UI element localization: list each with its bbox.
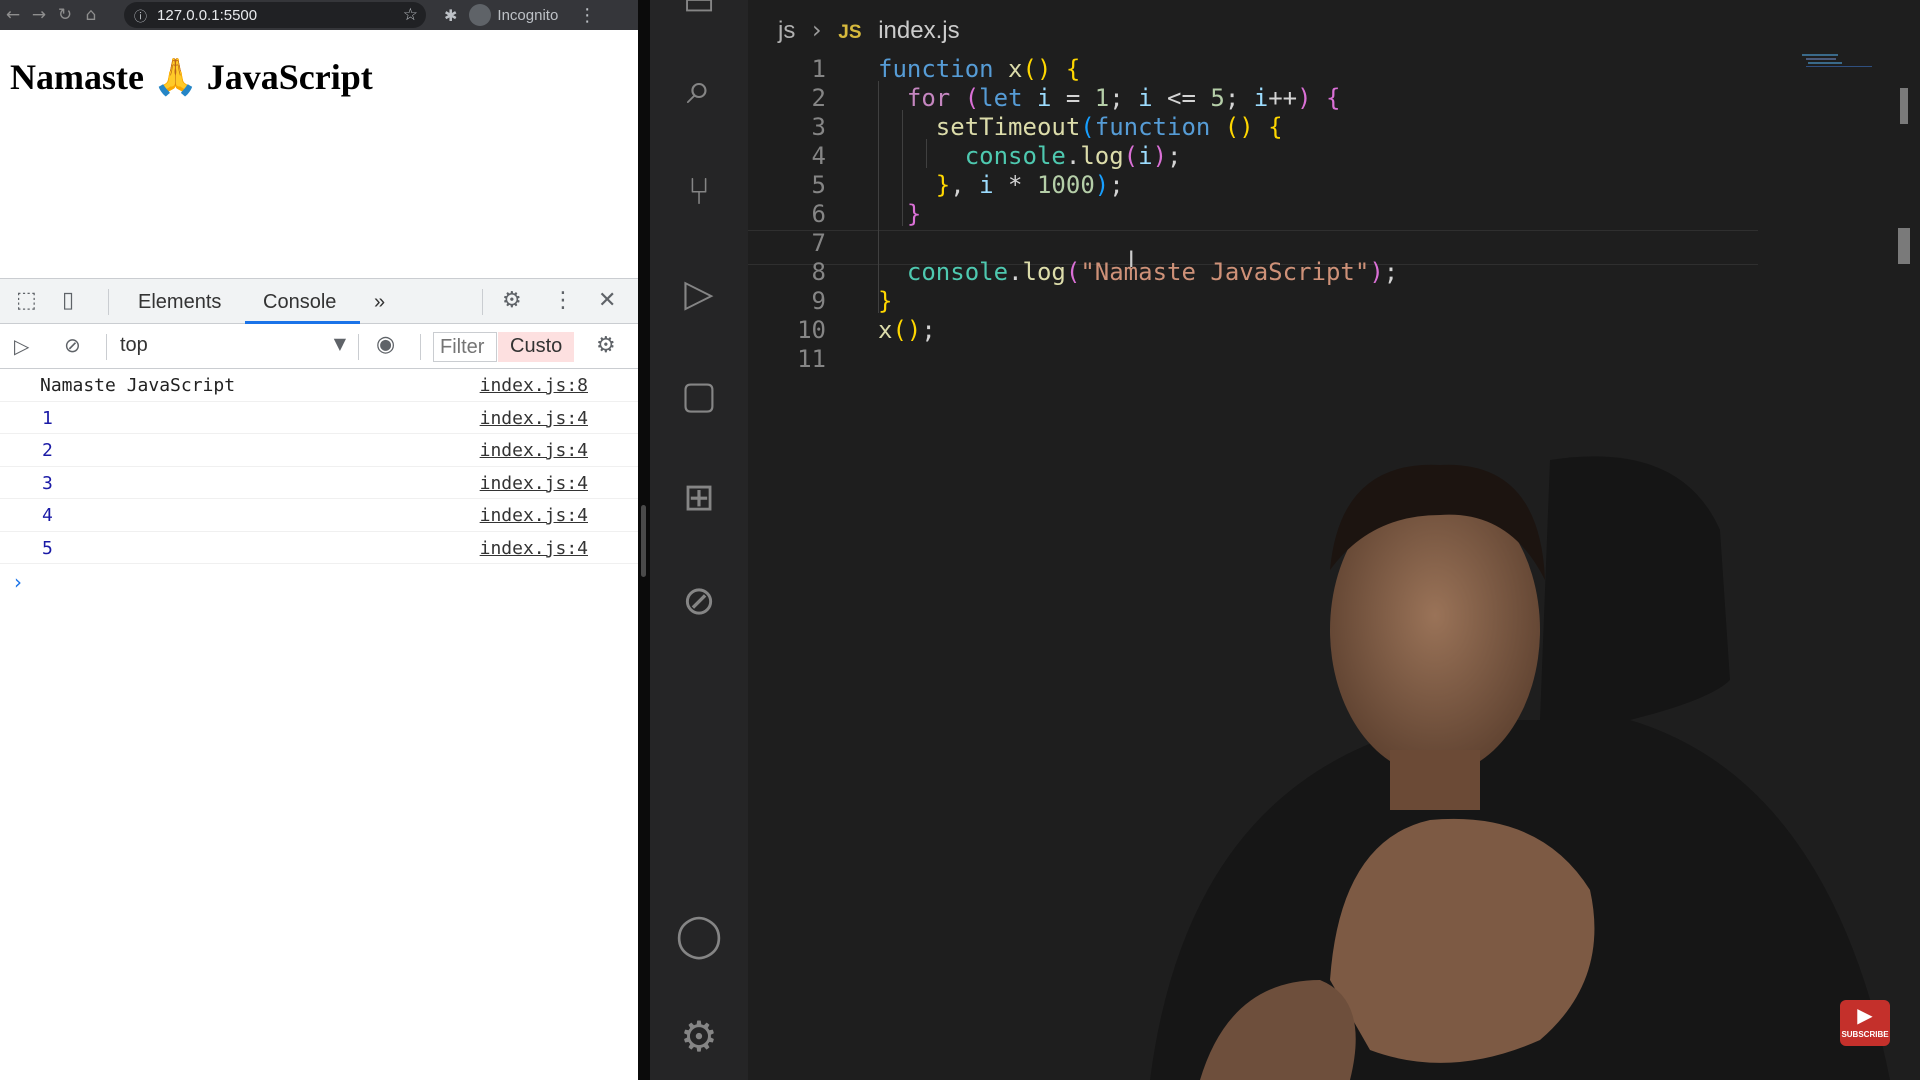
indent-guide <box>902 110 903 226</box>
toolbar-divider <box>358 334 359 360</box>
console-message: 2 <box>42 440 53 461</box>
console-source-link[interactable]: index.js:8 <box>480 375 588 396</box>
log-levels-dropdown[interactable]: Custo <box>498 332 574 362</box>
line-number: 11 <box>797 345 826 373</box>
tab-console[interactable]: Console <box>263 291 336 314</box>
sidebar-toggle-icon[interactable]: ▷ <box>14 334 29 358</box>
console-message-row: 3 index.js:4 <box>0 467 638 499</box>
extensions-icon[interactable]: ⊞ <box>674 472 724 522</box>
inspect-element-icon[interactable]: ⬚ <box>16 288 37 313</box>
console-message: Namaste JavaScript <box>40 375 236 396</box>
breadcrumb-file[interactable]: index.js <box>878 17 959 44</box>
incognito-profile[interactable]: Incognito <box>469 4 558 26</box>
clear-console-icon[interactable]: ⊘ <box>64 333 81 357</box>
javascript-file-icon: JS <box>838 22 862 43</box>
presenter-video-overlay <box>1150 456 1890 1080</box>
console-message-row: 4 index.js:4 <box>0 499 638 532</box>
console-source-link[interactable]: index.js:4 <box>480 473 588 494</box>
bookmark-star-icon[interactable]: ☆ <box>403 5 418 25</box>
toolbar-divider <box>482 289 483 315</box>
browser-toolbar: ← → ↻ ⌂ ⓘ 127.0.0.1:5500 ☆ ✱ Incognito ⋮ <box>0 0 638 30</box>
context-selector[interactable]: top ▼ <box>120 334 346 360</box>
toolbar-divider <box>420 334 421 360</box>
console-message-row: 2 index.js:4 <box>0 434 638 467</box>
manage-gear-icon[interactable]: ⚙ <box>674 1012 724 1062</box>
extensions-puzzle-icon[interactable]: ✱ <box>444 6 457 25</box>
mouse-ibeam-cursor-icon: I <box>1128 248 1135 273</box>
console-filter-input[interactable]: Filter <box>433 332 497 362</box>
toolbar-divider <box>106 334 107 360</box>
explorer-icon[interactable]: ▭ <box>674 0 724 28</box>
search-icon[interactable]: ⌕ <box>674 64 724 114</box>
address-bar[interactable]: ⓘ 127.0.0.1:5500 ☆ <box>124 2 426 28</box>
youtube-play-icon: ▶ <box>1857 1003 1873 1027</box>
remote-explorer-icon[interactable]: ▢ <box>674 370 724 420</box>
console-input-row[interactable]: › <box>0 564 638 597</box>
overview-ruler-marker <box>1898 228 1910 264</box>
dropdown-arrow-icon: ▼ <box>333 334 346 353</box>
device-toolbar-icon[interactable]: ▯ <box>62 288 74 313</box>
browser-window: ← → ↻ ⌂ ⓘ 127.0.0.1:5500 ☆ ✱ Incognito ⋮… <box>0 0 638 1080</box>
devtools-tabbar: ⬚ ▯ Elements Console » ⚙ ⋮ ✕ <box>0 279 638 324</box>
home-icon[interactable]: ⌂ <box>78 4 104 26</box>
console-source-link[interactable]: index.js:4 <box>480 408 588 429</box>
breadcrumb-folder[interactable]: js <box>778 17 795 44</box>
run-debug-icon[interactable]: ▷ <box>674 268 724 318</box>
console-message-row: 5 index.js:4 <box>0 532 638 564</box>
code-line[interactable]: 11 <box>748 342 1748 377</box>
url-text: 127.0.0.1:5500 <box>157 6 258 24</box>
console-toolbar: ▷ ⊘ top ▼ ◉ Filter Custo ⚙ <box>0 324 638 369</box>
console-source-link[interactable]: index.js:4 <box>480 440 588 461</box>
live-expression-eye-icon[interactable]: ◉ <box>376 332 395 357</box>
console-message: 4 <box>42 505 53 526</box>
code-editor[interactable]: 1 function x() {2 for (let i = 1; i <= 5;… <box>748 52 1808 452</box>
page-heading: Namaste 🙏 JavaScript <box>10 57 373 97</box>
tab-elements[interactable]: Elements <box>138 291 221 314</box>
browser-menu-icon[interactable]: ⋮ <box>578 5 596 26</box>
console-settings-gear-icon[interactable]: ⚙ <box>596 333 616 358</box>
kebab-menu-icon[interactable]: ⋮ <box>552 288 574 313</box>
toolbar-divider <box>108 289 109 315</box>
source-control-icon[interactable]: ⑂ <box>674 166 724 216</box>
subscribe-label: SUBSCRIBE <box>1841 1030 1889 1039</box>
chevron-right-icon: › <box>812 16 822 44</box>
console-message-row: 1 index.js:4 <box>0 402 638 434</box>
context-value: top <box>120 334 148 356</box>
reload-icon[interactable]: ↻ <box>52 4 78 26</box>
back-icon[interactable]: ← <box>0 4 26 26</box>
info-icon[interactable]: ⓘ <box>134 6 147 25</box>
devtools-panel: ⬚ ▯ Elements Console » ⚙ ⋮ ✕ ▷ ⊘ top ▼ ◉… <box>0 278 638 1080</box>
close-icon[interactable]: ✕ <box>598 288 616 313</box>
console-output: Namaste JavaScript index.js:8 1 index.js… <box>0 369 638 597</box>
indent-guide <box>878 81 879 313</box>
console-source-link[interactable]: index.js:4 <box>480 538 588 559</box>
git-graph-icon[interactable]: ⊘ <box>674 576 724 626</box>
scrollbar-thumb[interactable] <box>1900 88 1908 124</box>
subscribe-button[interactable]: ▶ SUBSCRIBE <box>1840 1000 1890 1046</box>
settings-gear-icon[interactable]: ⚙ <box>502 288 522 313</box>
more-tabs-button[interactable]: » <box>374 291 385 314</box>
console-prompt-chevron-icon: › <box>14 570 22 594</box>
console-message-row: Namaste JavaScript index.js:8 <box>0 369 638 402</box>
console-source-link[interactable]: index.js:4 <box>480 505 588 526</box>
splitter-handle[interactable] <box>641 505 646 577</box>
incognito-icon <box>469 4 492 26</box>
minimap[interactable] <box>1802 52 1872 72</box>
console-message: 1 <box>42 407 53 429</box>
activity-bar: ▭ ⌕ ⑂ ▷ ▢ ⊞ ⊘ ◯ ⚙ <box>650 0 748 1080</box>
breadcrumb: js › JS index.js <box>778 16 960 45</box>
console-message: 5 <box>42 537 53 559</box>
indent-guide <box>926 139 927 168</box>
console-message: 3 <box>42 472 53 494</box>
forward-icon[interactable]: → <box>26 4 52 26</box>
account-icon[interactable]: ◯ <box>674 910 724 960</box>
window-splitter[interactable] <box>638 0 650 1080</box>
incognito-label: Incognito <box>497 6 559 24</box>
